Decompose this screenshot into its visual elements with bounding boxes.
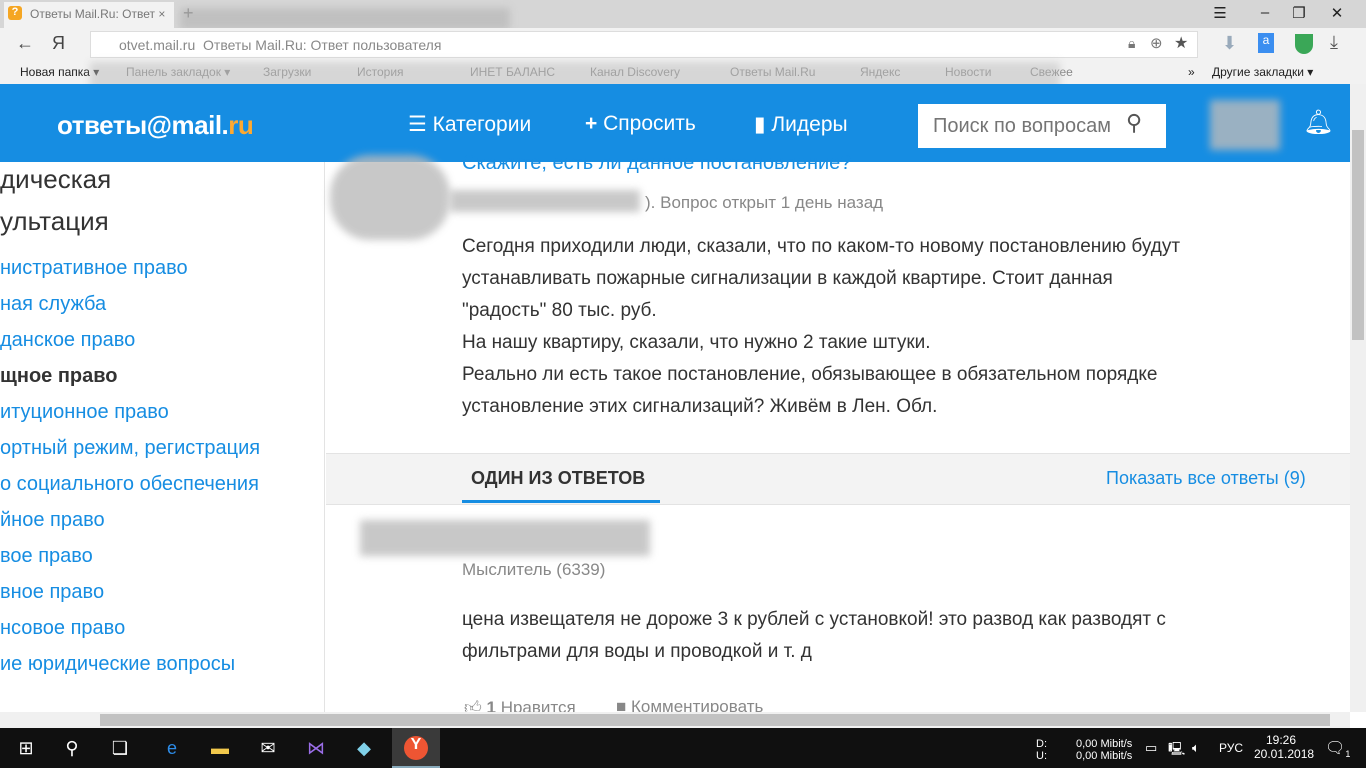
show-all-answers-link[interactable]: Показать все ответы (9) (1106, 468, 1306, 489)
taskbar (0, 728, 1366, 768)
redacted (450, 190, 640, 212)
bookmark[interactable]: Новая папка ▾ (20, 65, 99, 79)
answer-author-rank: Мыслитель (6339) (462, 560, 606, 579)
active-tab-indicator (462, 500, 660, 503)
start-icon[interactable]: ⊞ (14, 738, 38, 759)
network-icon[interactable]: 🖳︎ (1168, 740, 1185, 762)
net-labels: D: U: (1036, 738, 1047, 762)
address-title: Ответы Mail.Ru: Ответ пользователя (203, 37, 442, 53)
menu-button[interactable]: ☰ (1205, 4, 1235, 22)
sidebar-item[interactable]: вное право (0, 581, 104, 604)
answer-text: цена извещателя не дороже 3 к рублей с у… (462, 609, 1166, 662)
question-avatar (330, 155, 450, 240)
question-title[interactable]: Скажите, есть ли данное постановление? (462, 152, 851, 175)
nav-label: Категории (432, 113, 532, 136)
back-button[interactable]: ← (16, 33, 34, 54)
sidebar-item[interactable]: ная служба (0, 293, 106, 316)
redacted-author (360, 520, 650, 556)
question-text-line: На нашу квартиру, сказали, что нужно 2 т… (462, 332, 931, 353)
horizontal-scroll-thumb[interactable] (100, 714, 1330, 726)
bell-icon[interactable]: 🔔︎ (1303, 108, 1333, 137)
yandex-browser-taskbar[interactable]: Y (392, 728, 440, 768)
avatar[interactable] (1210, 100, 1280, 150)
sidebar-item[interactable]: ортный режим, регистрация (0, 437, 260, 460)
sidebar-item[interactable]: ие юридические вопросы (0, 653, 235, 676)
tab-one-answer[interactable]: ОДИН ИЗ ОТВЕТОВ (471, 468, 645, 489)
sidebar-item[interactable]: нистративное право (0, 257, 188, 280)
question-text-line: "радость" 80 тыс. руб. (462, 300, 657, 321)
question-icon: ? (8, 6, 22, 20)
search-icon[interactable]: ⚲ (60, 738, 84, 759)
sidebar-item[interactable]: вое право (0, 545, 93, 568)
restore-button[interactable]: ❐ (1284, 4, 1314, 22)
lock-icon: 🔒︎ (1128, 35, 1136, 51)
sidebar-item[interactable]: итуционное право (0, 401, 169, 424)
clock[interactable]: 19:26 20.01.2018 (1254, 733, 1314, 761)
nav-label: Лидеры (771, 113, 848, 136)
minimize-button[interactable]: – (1250, 4, 1280, 21)
redacted (180, 8, 510, 30)
question-meta: ). Вопрос открыт 1 день назад (645, 193, 884, 212)
browser-tab[interactable]: Ответы Mail.Ru: Ответ × (4, 2, 174, 28)
volume-icon[interactable]: 🔈︎ (1192, 740, 1200, 756)
mail-icon[interactable]: ✉ (256, 738, 280, 759)
translate-icon[interactable]: a (1258, 33, 1274, 53)
yandex-button[interactable]: Я (52, 33, 65, 54)
vertical-scroll-thumb[interactable] (1352, 130, 1364, 340)
star-icon[interactable]: ★ (1174, 33, 1188, 53)
address-bar[interactable]: otvet.mail.ru Ответы Mail.Ru: Ответ поль… (90, 31, 1198, 58)
nav-label: Спросить (603, 112, 696, 135)
new-tab-button[interactable]: + (183, 3, 194, 24)
task-view-icon[interactable]: ❏ (108, 738, 132, 759)
adguard-icon[interactable] (1295, 34, 1313, 54)
sidebar-item[interactable]: данское право (0, 329, 135, 352)
nav-ask[interactable]: + Спросить (585, 112, 696, 136)
edge-icon[interactable]: e (160, 738, 184, 759)
language-indicator[interactable]: РУС (1219, 741, 1243, 755)
sidebar-item[interactable]: щное право (0, 365, 118, 388)
question-text-line: устанавливать пожарные сигнализации в ка… (462, 268, 1113, 289)
sidebar-item[interactable]: о социального обеспечения (0, 473, 259, 496)
download-arrow-icon[interactable]: ⬇ (1222, 33, 1237, 54)
nav-leaders[interactable]: ▮ Лидеры (754, 112, 848, 137)
question-text-line: Реально ли есть такое постановление, обя… (462, 364, 1158, 385)
close-button[interactable]: ✕ (1322, 4, 1352, 22)
search-icon[interactable]: ⚲ (1126, 110, 1142, 136)
visual-studio-icon[interactable]: ⋈ (304, 738, 328, 759)
downloads-icon[interactable]: ⤓ (1330, 32, 1338, 53)
notifications-icon[interactable]: 🗨︎1 (1325, 738, 1350, 759)
battery-icon[interactable]: ▭ (1145, 740, 1157, 756)
logo[interactable]: ответы@mail.ru (57, 110, 254, 141)
sidebar-item[interactable]: нсовое право (0, 617, 125, 640)
sidebar-item[interactable]: йное право (0, 509, 105, 532)
question-text-line: Сегодня приходили люди, сказали, что по … (462, 236, 1181, 257)
app-icon[interactable]: ◆ (352, 738, 376, 759)
more-bookmarks[interactable]: » (1188, 65, 1195, 79)
tab-title: Ответы Mail.Ru: Ответ (30, 7, 155, 21)
other-bookmarks[interactable]: Другие закладки ▾ (1212, 65, 1313, 79)
address-host: otvet.mail.ru (119, 37, 196, 53)
explorer-icon[interactable]: ▬ (208, 738, 232, 759)
sidebar-title: дическая ультация (0, 164, 112, 236)
question-text-line: установление этих сигнализаций? Живём в … (462, 396, 938, 417)
net-speeds: 0,00 Mibit/s 0,00 Mibit/s (1076, 738, 1133, 762)
nav-categories[interactable]: ☰ Категории (408, 112, 531, 137)
zoom-icon[interactable]: ⊕ (1150, 34, 1163, 52)
